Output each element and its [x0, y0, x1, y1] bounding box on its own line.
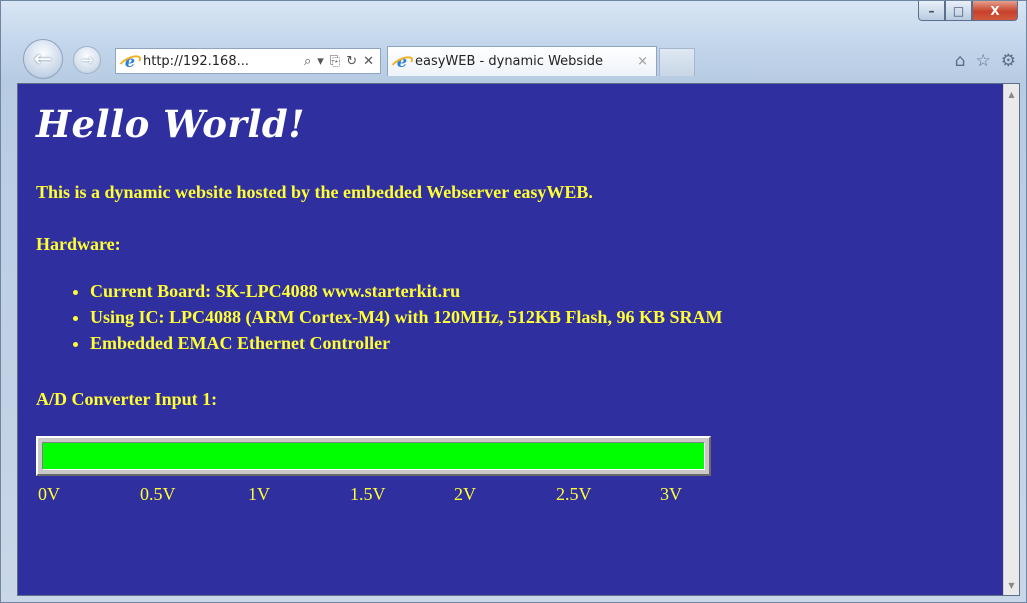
tools-icon[interactable]: ⚙ — [1001, 51, 1016, 71]
close-button[interactable]: X — [972, 1, 1018, 21]
scale-label: 1.5V — [350, 484, 386, 504]
page-viewport: Hello World! This is a dynamic website h… — [17, 83, 1020, 596]
scale-label: 3V — [660, 484, 682, 504]
hardware-label: Hardware: — [36, 234, 121, 254]
scale-label: 1V — [248, 484, 270, 504]
hardware-list: Current Board: SK-LPC4088 www.starterkit… — [36, 278, 722, 356]
home-icon[interactable]: ⌂ — [955, 51, 966, 71]
adc-bar-track — [42, 442, 705, 470]
scale-label: 0.5V — [140, 484, 176, 504]
right-toolbar: ⌂ ☆ ⚙ — [955, 51, 1016, 71]
browser-window: – □ X ← → e http://192.168... ⌕ ▾ ⎘ ↻ ✕ … — [0, 0, 1027, 603]
tab-title: easyWEB - dynamic Webside — [415, 54, 604, 69]
stop-icon[interactable]: ✕ — [363, 54, 374, 69]
forward-arrow-icon: → — [80, 51, 94, 69]
back-arrow-icon: ← — [33, 46, 53, 72]
adc-scale: 0V 0.5V 1V 1.5V 2V 2.5V 3V — [36, 484, 711, 508]
scale-label: 2.5V — [556, 484, 592, 504]
new-tab-button[interactable] — [659, 48, 695, 76]
address-url[interactable]: http://192.168... — [143, 54, 304, 69]
scroll-up-icon[interactable]: ▲ — [1004, 86, 1019, 102]
adc-bar-fill — [43, 443, 704, 469]
scale-label: 2V — [454, 484, 476, 504]
favorites-icon[interactable]: ☆ — [976, 51, 991, 71]
caption-buttons: – □ X — [918, 1, 1018, 21]
list-item: Current Board: SK-LPC4088 www.starterkit… — [90, 278, 722, 304]
scroll-down-icon[interactable]: ▼ — [1004, 577, 1019, 593]
scale-label: 0V — [38, 484, 60, 504]
tab-favicon-icon: e — [393, 52, 411, 71]
refresh-icon[interactable]: ↻ — [346, 54, 357, 69]
minimize-button[interactable]: – — [918, 1, 945, 21]
address-tools: ⌕ ▾ ⎘ ↻ ✕ — [304, 54, 374, 69]
adc-progress-bar — [36, 436, 711, 476]
maximize-button[interactable]: □ — [945, 1, 972, 21]
address-bar[interactable]: e http://192.168... ⌕ ▾ ⎘ ↻ ✕ — [115, 48, 381, 74]
intro-text: This is a dynamic website hosted by the … — [36, 182, 593, 202]
list-item: Embedded EMAC Ethernet Controller — [90, 330, 722, 356]
browser-tab[interactable]: e easyWEB - dynamic Webside × — [387, 46, 657, 76]
list-item: Using IC: LPC4088 (ARM Cortex-M4) with 1… — [90, 304, 722, 330]
vertical-scrollbar[interactable]: ▲ ▼ — [1003, 84, 1019, 595]
adc-label: A/D Converter Input 1: — [36, 389, 218, 409]
ie-logo-icon: e — [121, 52, 139, 71]
page-heading: Hello World! — [36, 102, 306, 146]
dropdown-icon[interactable]: ▾ — [317, 54, 324, 69]
back-button[interactable]: ← — [23, 39, 63, 79]
forward-button[interactable]: → — [73, 46, 101, 74]
page-content: Hello World! This is a dynamic website h… — [36, 102, 996, 504]
tab-close-icon[interactable]: × — [637, 54, 648, 69]
compat-view-icon[interactable]: ⎘ — [330, 54, 340, 69]
search-icon[interactable]: ⌕ — [304, 54, 311, 69]
